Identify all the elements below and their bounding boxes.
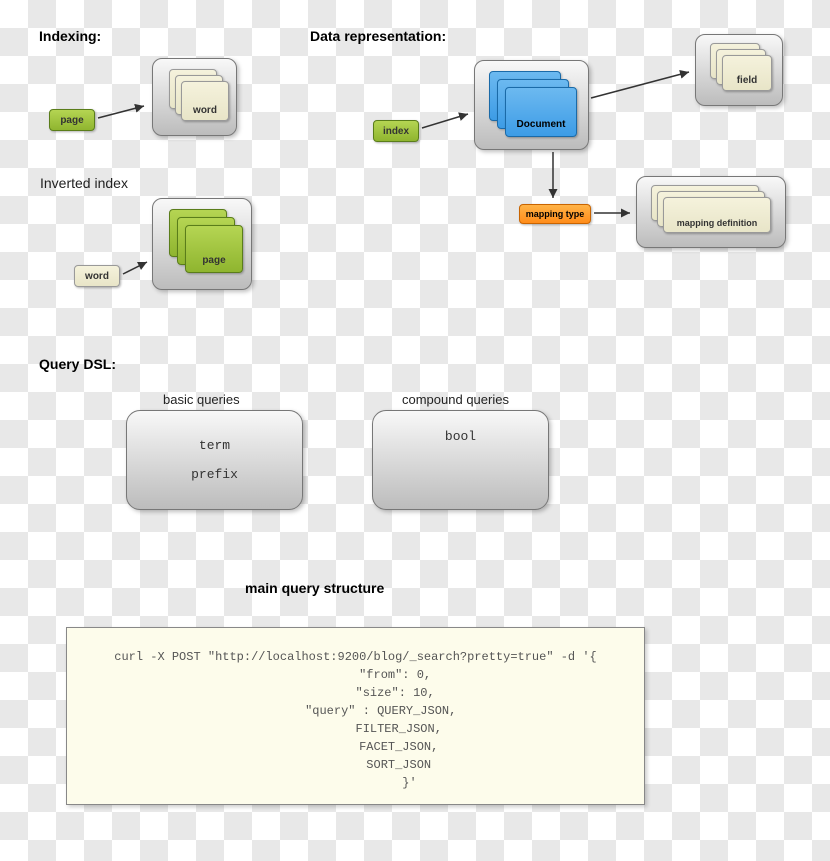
chip-mapping-definition: mapping definition [663,197,771,233]
arrow-page-to-word [96,100,152,124]
chip-page-stack-label: page [202,255,225,266]
heading-indexing: Indexing: [39,28,101,44]
arrow-mapping-type-to-def [592,206,638,220]
query-term: term [199,438,230,453]
container-document-stack: Document [474,60,589,150]
code-main-query: curl -X POST "http://localhost:9200/blog… [66,627,645,805]
query-prefix: prefix [191,467,238,482]
container-word-stack: word [152,58,237,136]
heading-data-representation: Data representation: [310,28,446,44]
arrow-document-to-field [589,66,697,106]
arrow-word-to-page [121,256,155,280]
query-bool: bool [445,429,476,444]
chip-document: Document [505,87,577,137]
chip-page-stack: page [185,225,243,273]
chip-page: page [49,109,95,131]
container-page-stack: page [152,198,252,290]
chip-document-label: Document [517,119,566,130]
box-basic-queries: term prefix [126,410,303,510]
heading-inverted-index: Inverted index [40,175,128,191]
chip-word: word [181,81,229,121]
container-field-stack: field [695,34,783,106]
chip-field-label: field [737,75,758,86]
chip-index: index [373,120,419,142]
chip-word-source: word [74,265,120,287]
heading-main-query-structure: main query structure [245,580,384,596]
label-compound-queries: compound queries [402,392,509,407]
arrow-document-to-mapping-type [545,150,565,206]
container-mapping-def-stack: mapping definition [636,176,786,248]
heading-query-dsl: Query DSL: [39,356,116,372]
chip-mapping-type: mapping type [519,204,591,224]
chip-word-label: word [193,105,217,116]
chip-field: field [722,55,772,91]
label-basic-queries: basic queries [163,392,240,407]
chip-mapping-def-label: mapping definition [677,218,758,228]
arrow-index-to-document [420,108,476,132]
box-compound-queries: bool [372,410,549,510]
